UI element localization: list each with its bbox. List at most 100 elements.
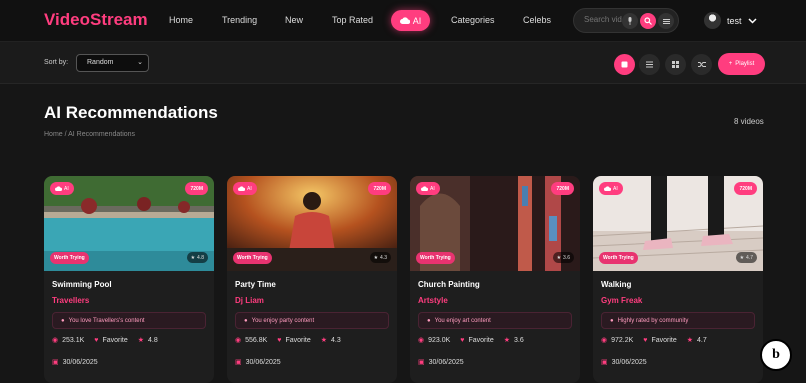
thumb-rating-badge: ★ 3.6 xyxy=(552,252,574,263)
video-card[interactable]: AI 720M Worth Trying ★ 4.7 Walking Gym Fr… xyxy=(593,176,763,383)
logo[interactable]: VideoStream xyxy=(44,10,148,30)
lightbulb-icon: ● xyxy=(610,317,614,324)
calendar-icon: ▣ xyxy=(52,359,59,366)
upload-date: ▣ 30/06/2025 xyxy=(52,358,98,367)
date-text: 30/06/2025 xyxy=(245,358,281,366)
thumb-rating-badge: ★ 4.3 xyxy=(369,252,391,263)
calendar-icon: ▣ xyxy=(418,359,425,366)
nav-ai[interactable]: AI xyxy=(391,10,430,31)
add-playlist-button[interactable]: + Playlist xyxy=(718,53,765,75)
eye-icon: ◉ xyxy=(418,337,425,344)
nav-top-rated[interactable]: Top Rated xyxy=(332,15,373,25)
star-icon: ★ xyxy=(137,337,145,344)
video-stats: ◉ 923.0K ♥ Favorite ★ 3.6 xyxy=(418,336,524,345)
recommendation-reason: ● You love Travellers's content xyxy=(52,312,206,329)
search-icon xyxy=(644,17,652,25)
sliders-icon xyxy=(662,18,670,24)
star-icon: ★ xyxy=(686,337,694,344)
sort-value: Random xyxy=(87,59,114,66)
view-grid-button[interactable] xyxy=(665,54,686,75)
ai-badge: AI xyxy=(50,182,74,195)
avatar xyxy=(704,12,721,29)
views: 253.1K xyxy=(62,336,85,344)
search-bar xyxy=(573,8,679,33)
watermark-logo: b xyxy=(760,339,792,371)
video-card[interactable]: AI 720M Worth Trying ★ 4.3 Party Time Dj … xyxy=(227,176,397,383)
favorite-label: Favorite xyxy=(102,336,128,344)
nav-categories[interactable]: Categories xyxy=(451,15,495,25)
nav-new[interactable]: New xyxy=(285,15,303,25)
video-card[interactable]: AI 720M Worth Trying ★ 4.8 Swimming Pool … xyxy=(44,176,214,383)
reason-text: You enjoy art content xyxy=(434,317,491,324)
shuffle-icon xyxy=(697,62,706,67)
video-stats: ◉ 253.1K ♥ Favorite ★ 4.8 xyxy=(52,336,158,345)
nav-home[interactable]: Home xyxy=(169,15,193,25)
rating: 4.7 xyxy=(697,336,707,344)
lightbulb-icon: ● xyxy=(61,317,65,324)
square-icon xyxy=(621,61,628,68)
video-stats: ◉ 972.2K ♥ Favorite ★ 4.7 xyxy=(601,336,707,345)
favorite-label: Favorite xyxy=(468,336,494,344)
thumb-rating: 4.8 xyxy=(197,254,204,261)
eye-icon: ◉ xyxy=(235,337,242,344)
video-title[interactable]: Swimming Pool xyxy=(52,280,112,289)
favorite-button[interactable]: ♥ Favorite xyxy=(643,337,676,344)
breadcrumb[interactable]: Home / AI Recommendations xyxy=(44,131,135,138)
nav-celebs[interactable]: Celebs xyxy=(523,15,551,25)
ai-badge-label: AI xyxy=(64,185,69,192)
heart-icon: ♥ xyxy=(643,336,648,344)
star-icon: ★ xyxy=(739,254,745,261)
channel-name[interactable]: Travellers xyxy=(52,296,89,305)
video-title[interactable]: Church Painting xyxy=(418,280,480,289)
user-menu[interactable]: test xyxy=(704,12,757,29)
worth-trying-badge: Worth Trying xyxy=(599,252,638,264)
shuffle-button[interactable] xyxy=(691,54,712,75)
rating: 3.6 xyxy=(514,336,524,344)
sort-select[interactable]: Random ⌄ xyxy=(76,54,149,72)
quality-badge: 720M xyxy=(734,182,757,195)
eye-icon: ◉ xyxy=(52,337,59,344)
top-nav: VideoStream Home Trending New Top Rated … xyxy=(0,0,806,42)
favorite-button[interactable]: ♥ Favorite xyxy=(94,337,127,344)
upload-date: ▣ 30/06/2025 xyxy=(235,358,281,367)
plus-icon: + xyxy=(728,61,733,67)
nav-trending[interactable]: Trending xyxy=(222,15,257,25)
quality-badge: 720M xyxy=(368,182,391,195)
favorite-button[interactable]: ♥ Favorite xyxy=(460,337,493,344)
video-card[interactable]: AI 720M Worth Trying ★ 3.6 Church Paintin… xyxy=(410,176,580,383)
date-text: 30/06/2025 xyxy=(611,358,647,366)
view-large-button[interactable] xyxy=(614,54,635,75)
channel-name[interactable]: Dj Liam xyxy=(235,296,264,305)
channel-name[interactable]: Gym Freak xyxy=(601,296,642,305)
heart-icon: ♥ xyxy=(460,336,465,344)
thumb-rating: 4.7 xyxy=(746,254,753,261)
video-title[interactable]: Walking xyxy=(601,280,631,289)
grid-icon xyxy=(672,61,679,68)
reason-text: You enjoy party content xyxy=(251,317,315,324)
eye-icon: ◉ xyxy=(601,337,608,344)
favorite-label: Favorite xyxy=(285,336,311,344)
chevron-down-icon xyxy=(747,17,757,24)
channel-name[interactable]: Artstyle xyxy=(418,296,448,305)
rating: 4.3 xyxy=(331,336,341,344)
cloud-icon xyxy=(238,186,245,191)
mic-button[interactable] xyxy=(622,13,638,29)
filter-button[interactable] xyxy=(658,13,674,29)
toolbar: Sort by: Random ⌄ + Playlist xyxy=(0,42,806,84)
nav-ai-label: AI xyxy=(412,15,422,26)
view-list-button[interactable] xyxy=(639,54,660,75)
search-input[interactable] xyxy=(584,15,622,24)
video-title[interactable]: Party Time xyxy=(235,280,276,289)
calendar-icon: ▣ xyxy=(601,359,608,366)
thumb-rating: 3.6 xyxy=(563,254,570,261)
date-text: 30/06/2025 xyxy=(428,358,464,366)
recommendation-reason: ● Highly rated by community xyxy=(601,312,755,329)
calendar-icon: ▣ xyxy=(235,359,242,366)
favorite-button[interactable]: ♥ Favorite xyxy=(277,337,310,344)
mic-icon xyxy=(628,17,632,25)
reason-text: Highly rated by community xyxy=(617,317,689,324)
playlist-label: Playlist xyxy=(735,61,755,67)
search-button[interactable] xyxy=(640,13,656,29)
worth-trying-badge: Worth Trying xyxy=(50,252,89,264)
thumb-rating: 4.3 xyxy=(380,254,387,261)
